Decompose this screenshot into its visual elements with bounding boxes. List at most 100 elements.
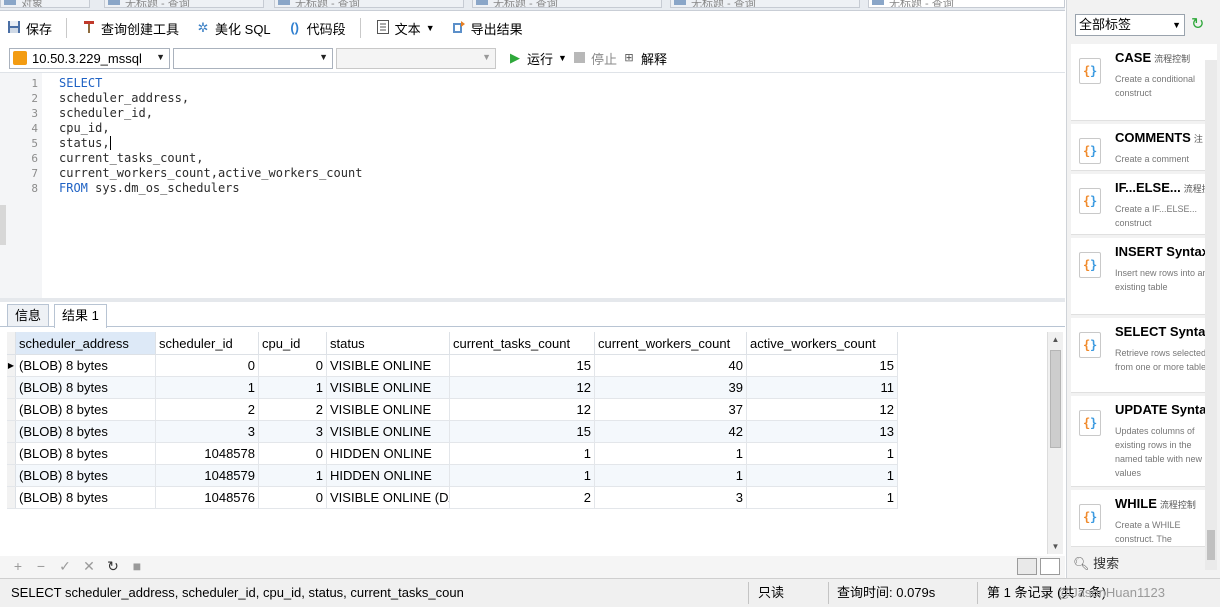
table-cell[interactable]: 3: [258, 420, 327, 443]
scroll-up-icon[interactable]: ▲: [1048, 335, 1063, 344]
table-cell[interactable]: 1: [258, 464, 327, 487]
row-indicator[interactable]: [7, 442, 16, 465]
table-cell[interactable]: (BLOB) 8 bytes: [15, 354, 156, 377]
connection-select[interactable]: 10.50.3.229_mssql ▼: [9, 48, 170, 69]
scroll-down-icon[interactable]: ▼: [1048, 542, 1063, 551]
snippet-item[interactable]: {} WHILE 流程控制 Create a WHILE construct. The: [1071, 490, 1217, 547]
table-cell[interactable]: 2: [258, 398, 327, 421]
table-cell[interactable]: (BLOB) 8 bytes: [15, 464, 156, 487]
table-cell[interactable]: 0: [258, 354, 327, 377]
table-cell[interactable]: (BLOB) 8 bytes: [15, 420, 156, 443]
table-cell[interactable]: 2: [449, 486, 595, 509]
table-row[interactable]: (BLOB) 8 bytes 1048576 0 VISIBLE ONLINE (DA…: [7, 486, 898, 509]
table-cell[interactable]: VISIBLE ONLINE (DA: [326, 486, 450, 509]
table-cell[interactable]: 0: [258, 442, 327, 465]
column-header[interactable]: status: [326, 332, 450, 355]
table-cell[interactable]: 1: [594, 442, 747, 465]
tab-info[interactable]: 信息: [7, 304, 50, 326]
run-button[interactable]: ▶ 运行 ▼: [501, 46, 573, 70]
table-cell[interactable]: VISIBLE ONLINE: [326, 398, 450, 421]
add-record-icon[interactable]: +: [10, 558, 26, 574]
tab-query-4[interactable]: 无标题 - 查询: [670, 0, 860, 8]
tab-query-3[interactable]: 无标题 - 查询: [472, 0, 662, 8]
table-cell[interactable]: 12: [449, 398, 595, 421]
snippet-item[interactable]: {} SELECT Syntax Retrieve rows selected fr…: [1071, 318, 1217, 393]
table-cell[interactable]: 1048576: [155, 486, 259, 509]
table-cell[interactable]: 1: [746, 464, 898, 487]
form-view-icon[interactable]: [1040, 558, 1060, 575]
table-row[interactable]: (BLOB) 8 bytes 1 1 VISIBLE ONLINE 12 39 11: [7, 376, 898, 399]
table-cell[interactable]: 15: [449, 354, 595, 377]
table-cell[interactable]: 42: [594, 420, 747, 443]
table-cell[interactable]: 1: [449, 442, 595, 465]
panel-collapse-handle[interactable]: [0, 205, 6, 245]
tab-objects[interactable]: 对象: [0, 0, 90, 8]
table-cell[interactable]: 3: [155, 420, 259, 443]
table-cell[interactable]: 1048578: [155, 442, 259, 465]
table-row[interactable]: (BLOB) 8 bytes 3 3 VISIBLE ONLINE 15 42 13: [7, 420, 898, 443]
column-header[interactable]: active_workers_count: [746, 332, 898, 355]
table-cell[interactable]: 1: [449, 464, 595, 487]
row-indicator[interactable]: [7, 420, 16, 443]
row-indicator[interactable]: [7, 464, 16, 487]
schema-select[interactable]: ▼: [336, 48, 496, 69]
refresh-icon[interactable]: ↻: [105, 558, 121, 575]
sql-editor[interactable]: 1 2 3 4 5 6 7 8 SELECT scheduler_address…: [0, 72, 1065, 299]
column-header[interactable]: scheduler_id: [155, 332, 259, 355]
column-header[interactable]: scheduler_address: [15, 332, 156, 355]
current-row-indicator-icon[interactable]: ▶: [7, 354, 16, 377]
save-button[interactable]: 保存: [0, 16, 58, 40]
row-indicator[interactable]: [7, 486, 16, 509]
table-cell[interactable]: 0: [155, 354, 259, 377]
export-results-button[interactable]: 导出结果: [445, 16, 529, 40]
table-cell[interactable]: 11: [746, 376, 898, 399]
snippet-item[interactable]: {} CASE 流程控制 Create a conditional construct: [1071, 44, 1217, 121]
table-cell[interactable]: VISIBLE ONLINE: [326, 354, 450, 377]
table-cell[interactable]: 1: [746, 442, 898, 465]
table-cell[interactable]: (BLOB) 8 bytes: [15, 398, 156, 421]
snippet-search[interactable]: 🔍︎ 搜索: [1073, 553, 1119, 572]
snippet-item[interactable]: {} IF...ELSE... 流程控 Create a IF...ELSE... c…: [1071, 174, 1217, 235]
table-row[interactable]: (BLOB) 8 bytes 2 2 VISIBLE ONLINE 12 37 12: [7, 398, 898, 421]
table-cell[interactable]: 1: [258, 376, 327, 399]
table-cell[interactable]: 15: [746, 354, 898, 377]
row-indicator[interactable]: [7, 376, 16, 399]
grid-view-icon[interactable]: [1017, 558, 1037, 575]
scrollbar-thumb[interactable]: [1207, 530, 1215, 560]
column-header[interactable]: current_workers_count: [594, 332, 747, 355]
scrollbar-thumb[interactable]: [1050, 350, 1061, 448]
table-row[interactable]: (BLOB) 8 bytes 1048578 0 HIDDEN ONLINE 1 1 1: [7, 442, 898, 465]
refresh-snippets-icon[interactable]: ↻: [1191, 14, 1204, 34]
grid-vertical-scrollbar[interactable]: ▲ ▼: [1047, 332, 1063, 554]
table-row[interactable]: ▶ (BLOB) 8 bytes 0 0 VISIBLE ONLINE 15 40 15: [7, 354, 898, 377]
tab-query-active[interactable]: 无标题 - 查询: [868, 0, 1065, 8]
table-cell[interactable]: 3: [594, 486, 747, 509]
table-cell[interactable]: 1048579: [155, 464, 259, 487]
explain-button[interactable]: ⊞ 解释: [615, 46, 673, 70]
tab-query-2[interactable]: 无标题 - 查询: [274, 0, 464, 8]
tab-result-1[interactable]: 结果 1: [54, 304, 107, 328]
stop-loading-icon[interactable]: ■: [129, 558, 145, 574]
tag-filter-select[interactable]: 全部标签 ▼: [1075, 14, 1185, 36]
column-header[interactable]: current_tasks_count: [449, 332, 595, 355]
table-cell[interactable]: 37: [594, 398, 747, 421]
table-cell[interactable]: (BLOB) 8 bytes: [15, 486, 156, 509]
discard-changes-icon[interactable]: ✕: [81, 558, 97, 575]
table-row[interactable]: (BLOB) 8 bytes 1048579 1 HIDDEN ONLINE 1 1 1: [7, 464, 898, 487]
table-cell[interactable]: HIDDEN ONLINE: [326, 464, 450, 487]
table-cell[interactable]: 13: [746, 420, 898, 443]
snippet-item[interactable]: {} INSERT Syntax Insert new rows into an e…: [1071, 238, 1217, 315]
column-header[interactable]: cpu_id: [258, 332, 327, 355]
table-cell[interactable]: 12: [746, 398, 898, 421]
table-cell[interactable]: 40: [594, 354, 747, 377]
code-snippet-button[interactable]: () 代码段: [281, 16, 352, 40]
database-select[interactable]: ▼: [173, 48, 333, 69]
snippet-item[interactable]: {} UPDATE Syntax Updates columns of existi…: [1071, 396, 1217, 487]
table-cell[interactable]: (BLOB) 8 bytes: [15, 442, 156, 465]
table-cell[interactable]: VISIBLE ONLINE: [326, 420, 450, 443]
delete-record-icon[interactable]: −: [33, 558, 49, 574]
table-cell[interactable]: HIDDEN ONLINE: [326, 442, 450, 465]
table-cell[interactable]: VISIBLE ONLINE: [326, 376, 450, 399]
query-builder-button[interactable]: 查询创建工具: [75, 16, 185, 40]
table-cell[interactable]: 1: [594, 464, 747, 487]
